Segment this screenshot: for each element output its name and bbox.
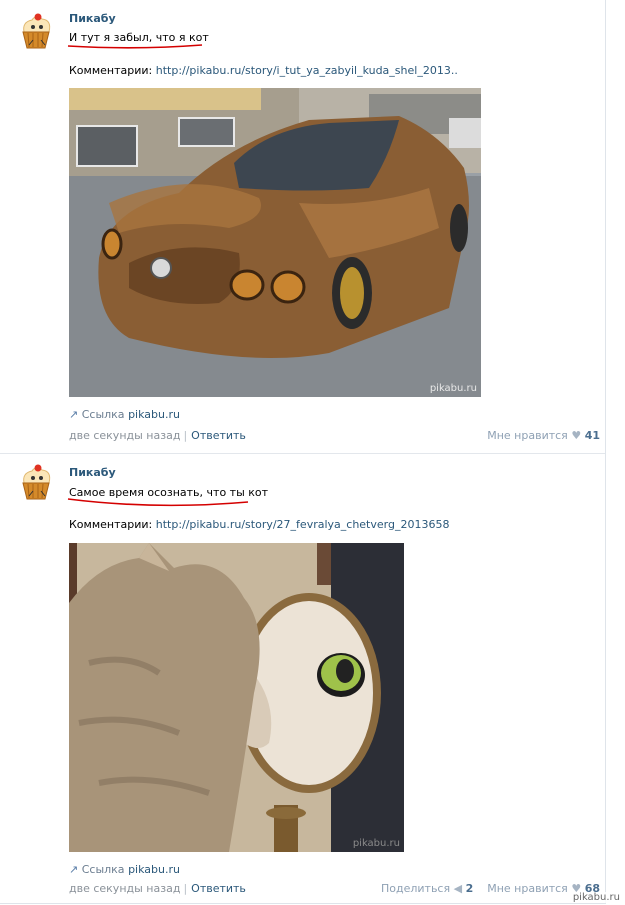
- share-button[interactable]: Поделиться ◀ 2: [381, 882, 477, 895]
- post-image-car[interactable]: [69, 88, 481, 397]
- reply-button[interactable]: Ответить: [191, 882, 246, 895]
- comments-url-link[interactable]: http://pikabu.ru/story/i_tut_ya_zabyil_k…: [156, 64, 458, 77]
- link-arrow-icon: ↗: [69, 408, 79, 421]
- link-arrow-icon: ↗: [69, 863, 79, 876]
- feed-post: Пикабу Самое время осознать, что ты кот …: [0, 454, 605, 904]
- post-author-link[interactable]: Пикабу: [69, 466, 116, 479]
- cupcake-avatar-icon[interactable]: [14, 461, 58, 505]
- megaphone-icon: ◀: [453, 882, 463, 895]
- heart-icon: ♥: [571, 429, 582, 442]
- share-label: Поделиться: [380, 882, 451, 895]
- attached-link-row[interactable]: ↗ Ссылка pikabu.ru: [69, 408, 180, 421]
- post-meta: две секунды назад | Ответить: [69, 882, 246, 895]
- reply-button[interactable]: Ответить: [191, 429, 246, 442]
- post-actions: Поделиться ◀ 2 Мне нравится ♥ 68: [381, 882, 600, 895]
- link-domain[interactable]: pikabu.ru: [128, 408, 180, 421]
- post-time[interactable]: две секунды назад: [69, 882, 180, 895]
- like-label: Мне нравится: [487, 429, 568, 442]
- site-watermark: pikabu.ru: [570, 892, 622, 903]
- like-button[interactable]: Мне нравится ♥ 41: [487, 429, 600, 442]
- link-label: Ссылка: [81, 408, 125, 421]
- cupcake-avatar-icon[interactable]: [14, 10, 58, 54]
- post-time[interactable]: две секунды назад: [69, 429, 180, 442]
- comments-label: Комментарии:: [69, 518, 153, 531]
- attached-link-row[interactable]: ↗ Ссылка pikabu.ru: [69, 863, 180, 876]
- red-underline-mark: [67, 44, 203, 49]
- comments-url-link[interactable]: http://pikabu.ru/story/27_fevralya_chetv…: [156, 518, 450, 531]
- post-image-cat-mirror[interactable]: [69, 543, 404, 852]
- link-label: Ссылка: [81, 863, 125, 876]
- comments-line: Комментарии: http://pikabu.ru/story/27_f…: [69, 518, 449, 531]
- comments-line: Комментарии: http://pikabu.ru/story/i_tu…: [69, 64, 458, 77]
- like-label: Мне нравится: [487, 882, 568, 895]
- link-domain[interactable]: pikabu.ru: [128, 863, 180, 876]
- post-author-link[interactable]: Пикабу: [69, 12, 116, 25]
- comments-label: Комментарии:: [69, 64, 153, 77]
- red-underline-mark: [67, 498, 249, 507]
- post-meta: две секунды назад | Ответить: [69, 429, 246, 442]
- feed-post: Пикабу И тут я забыл, что я кот Коммента…: [0, 0, 605, 454]
- share-count: 2: [465, 882, 474, 895]
- like-count: 41: [584, 429, 600, 442]
